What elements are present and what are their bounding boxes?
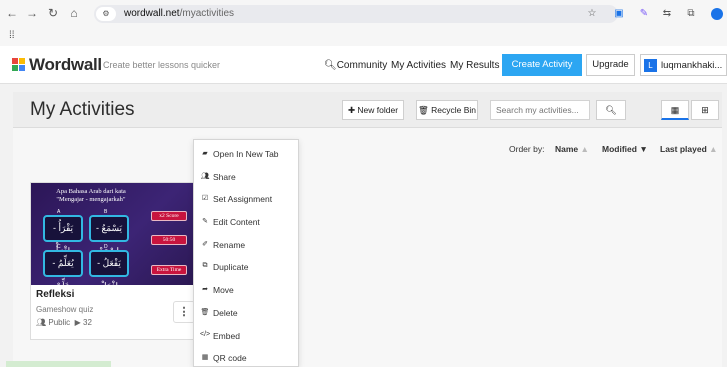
answer-option: يَفْعَلُ - اِفْعَلْ [89,250,129,285]
embed-icon: </> [200,331,211,338]
nav-my-activities[interactable]: My Activities [391,60,446,71]
menu-item-delete[interactable]: 🗑︎ Delete [194,302,298,324]
site-info-icon[interactable]: ⚙ [96,7,116,21]
sort-arrow-icon: ▲ [709,144,718,154]
kebab-menu-icon: ⋮ [178,306,190,318]
people-icon: 👥︎ [36,318,47,327]
menu-item-rename[interactable]: ✐ Rename [194,234,298,256]
extension-icon[interactable]: ⇆ [660,7,674,21]
plus-icon: ✚ [347,105,358,115]
activity-card[interactable]: Apa Bahasa Arab dari kata "Mengajar - me… [30,182,205,340]
pencil-icon: ✎ [202,218,208,225]
search-button[interactable]: 🔍︎ [596,100,626,120]
wordwall-logo-icon[interactable] [12,58,26,72]
menu-item-open-new-tab[interactable]: ▰ Open In New Tab [194,143,298,165]
sort-label: Order by: [509,144,545,154]
sort-name[interactable]: Name ▲ [555,144,589,154]
trash-icon: 🗑︎ [200,309,210,316]
extension-icon[interactable]: ✎ [637,7,651,21]
sort-arrow-icon: ▲ [580,144,589,154]
site-header: Wordwall Create better lessons quicker 🔍… [0,46,727,84]
rename-icon: ✐ [202,241,208,248]
thumbnail-question: Apa Bahasa Arab dari kata "Mengajar - me… [56,188,126,203]
apps-grid-icon[interactable]: ⁞⁞ [9,30,15,41]
share-icon: 👥︎ [200,173,210,180]
activity-options-button[interactable]: ⋮ [173,301,195,323]
create-activity-button[interactable]: Create Activity [502,54,582,76]
user-name: luqmankhaki... [661,60,723,71]
menu-item-duplicate[interactable]: ⧉ Duplicate [194,256,298,278]
answer-option: يَسْمَعُ - اِسْمَعْ [89,215,129,256]
activity-title[interactable]: Refleksi [36,289,74,300]
sort-modified[interactable]: Modified ▼ [602,144,648,154]
activity-meta: 👥︎ Public ▶ 32 [36,318,92,327]
profile-avatar-icon[interactable] [711,8,723,20]
activity-thumbnail[interactable]: Apa Bahasa Arab dari kata "Mengajar - me… [31,183,204,285]
url-text[interactable]: wordwall.net/myactivities [124,8,234,19]
tagline: Create better lessons quicker [103,60,221,70]
duplicate-icon: ⧉ [202,262,208,269]
home-icon[interactable]: ⌂ [67,6,81,20]
bookmark-star-icon[interactable]: ☆ [585,7,599,21]
user-menu[interactable]: L luqmankhaki... [640,54,727,76]
activities-content: Order by: Name ▲ Modified ▼ Last played … [13,128,722,367]
move-icon: ➦ [202,286,208,293]
activities-toolbar: My Activities ✚ New folder 🗑︎ Recycle Bi… [13,92,722,128]
menu-item-set-assignment[interactable]: ☑ Set Assignment [194,188,298,210]
recycle-bin-button[interactable]: 🗑︎ Recycle Bin [416,100,478,120]
page-title: My Activities [30,99,135,120]
menu-item-qr-code[interactable]: ▦ QR code [194,347,298,367]
play-icon: ▶ [74,318,81,327]
grid-icon: ▦ [670,105,680,115]
list-grid-icon: ⊞ [701,105,709,115]
activity-type: Gameshow quiz [36,305,94,314]
activity-context-menu: ▰ Open In New Tab 👥︎ Share ☑ Set Assignment… [193,139,299,367]
qr-code-icon: ▦ [201,354,209,361]
upgrade-button[interactable]: Upgrade [586,54,635,76]
powerup-badge: 50:50 [151,235,187,245]
forward-icon[interactable]: → [25,6,39,20]
powerup-badge: x2 Score [151,211,187,221]
assignment-icon: ☑ [201,195,209,202]
status-bar [6,361,111,367]
grid-view-button[interactable]: ▦ [661,100,689,120]
menu-item-share[interactable]: 👥︎ Share [194,166,298,188]
avatar: L [644,59,657,72]
nav-community[interactable]: 🔍︎Community [324,60,387,71]
main-area: My Activities ✚ New folder 🗑︎ Recycle Bi… [0,84,727,367]
extensions-puzzle-icon[interactable]: ⧉ [684,7,698,21]
search-icon: 🔍︎ [324,60,337,71]
search-input[interactable] [490,100,590,120]
menu-item-edit-content[interactable]: ✎ Edit Content [194,211,298,233]
trash-icon: 🗑︎ [417,105,432,115]
extension-icon[interactable]: ▣ [612,7,626,21]
search-icon: 🔍︎ [605,105,617,115]
reload-icon[interactable]: ↻ [46,6,60,20]
menu-item-move[interactable]: ➦ Move [194,279,298,301]
folder-open-icon: ▰ [202,150,208,157]
back-icon[interactable]: ← [5,6,19,20]
answer-option: يَقْرَأُ - اِقْرَأْ [43,215,83,256]
new-folder-button[interactable]: ✚ New folder [342,100,404,120]
browser-chrome: ← → ↻ ⌂ ⚙ wordwall.net/myactivities ☆ ▣ … [0,0,727,46]
powerup-badge: Extra Time [151,265,187,275]
answer-option: يُعَلِّمُ - عَلِّمْ [43,250,83,285]
sort-last-played[interactable]: Last played ▲ [660,144,718,154]
sort-arrow-icon: ▼ [639,144,648,154]
list-view-button[interactable]: ⊞ [691,100,719,120]
site-logo[interactable]: Wordwall [29,55,102,75]
address-bar[interactable]: ⚙ wordwall.net/myactivities [94,5,618,23]
nav-my-results[interactable]: My Results [450,60,499,71]
menu-item-embed[interactable]: </> Embed [194,325,298,347]
